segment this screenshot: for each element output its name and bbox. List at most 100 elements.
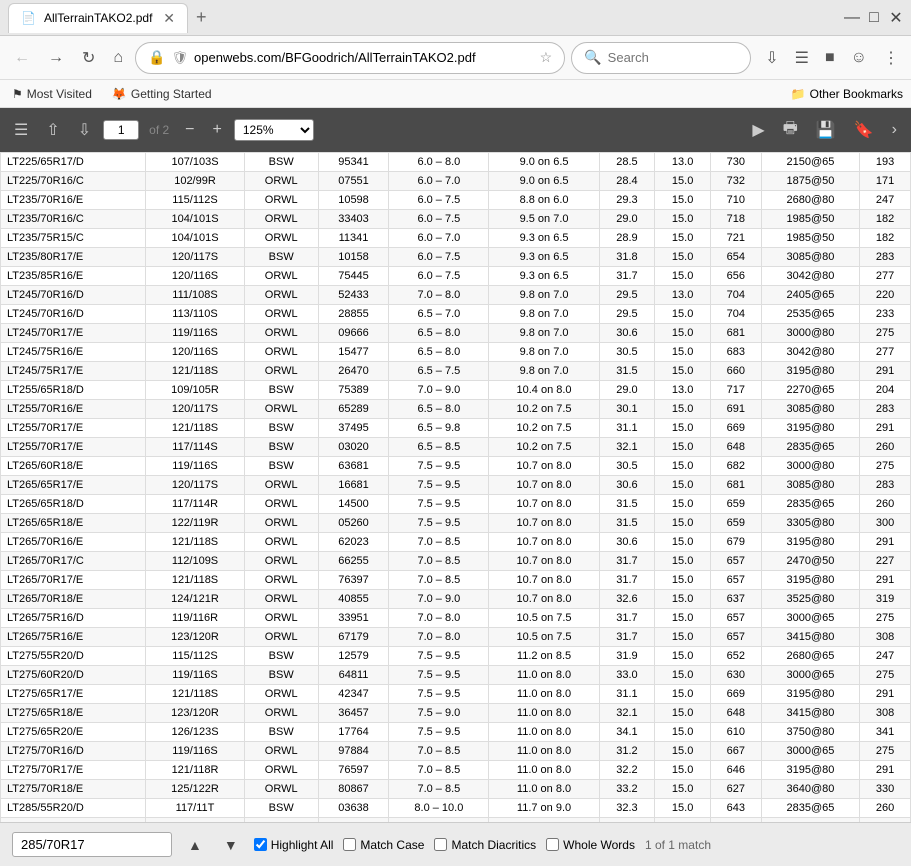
find-prev-button[interactable]: ▲ [182, 835, 208, 855]
table-row: LT245/70R17/E119/116SORWL096666.5 – 8.09… [1, 324, 911, 343]
extensions-icon[interactable]: ■ [821, 45, 839, 71]
bookmark-star-icon[interactable]: ☆ [540, 49, 553, 66]
table-row: LT265/65R17/E120/117SORWL166817.5 – 9.51… [1, 476, 911, 495]
zoom-out-button[interactable]: − [179, 117, 200, 143]
shield-icon: 🛡 [172, 50, 189, 66]
page-number-input[interactable] [103, 120, 139, 140]
table-row: LT245/75R16/E120/116SORWL154776.5 – 8.09… [1, 343, 911, 362]
table-row: LT245/70R16/D111/108SORWL524337.0 – 8.09… [1, 286, 911, 305]
find-input[interactable] [12, 832, 172, 857]
toolbar-icons: ⇩ ☰ ■ ☺ ⋮ [761, 44, 903, 72]
pdf-content[interactable]: LT225/65R17/D107/103SBSW953416.0 – 8.09.… [0, 152, 911, 822]
whole-words-checkbox[interactable] [546, 838, 559, 851]
whole-words-label: Whole Words [563, 838, 635, 852]
zoom-select[interactable]: 125% 50% 75% 100% 150% 175% 200% [234, 119, 314, 141]
zoom-in-button[interactable]: + [207, 117, 228, 143]
url-input[interactable] [194, 50, 534, 65]
other-bookmarks[interactable]: 📁 Other Bookmarks [791, 87, 903, 101]
save-button[interactable]: 💾 [810, 116, 842, 144]
menu-icon[interactable]: ⋮ [879, 44, 903, 72]
match-case-option[interactable]: Match Case [343, 838, 424, 852]
table-row: LT275/60R20/D119/116SBSW648117.5 – 9.511… [1, 666, 911, 685]
home-button[interactable]: ⌂ [107, 45, 129, 71]
table-row: LT265/65R18/D117/114RORWL145007.5 – 9.51… [1, 495, 911, 514]
more-options-button[interactable]: › [886, 117, 903, 143]
table-row: LT235/85R16/E120/116SORWL754456.0 – 7.59… [1, 267, 911, 286]
back-button[interactable]: ← [8, 45, 36, 71]
address-bar[interactable]: 🔒 🛡 ☆ [135, 42, 565, 74]
tab-icon: 📄 [21, 11, 36, 25]
table-row: LT275/55R20/D115/112SBSW125797.5 – 9.511… [1, 647, 911, 666]
table-row: LT235/70R16/E115/112SORWL105986.0 – 7.58… [1, 191, 911, 210]
scroll-up-button[interactable]: ⇧ [40, 116, 65, 144]
match-case-checkbox[interactable] [343, 838, 356, 851]
profile-icon[interactable]: ☺ [847, 45, 871, 71]
pdf-right-buttons: ▶ 🖶 💾 🔖 › [746, 113, 903, 148]
print-button[interactable]: 🖶 [777, 113, 804, 148]
highlight-all-option[interactable]: Highlight All [254, 838, 334, 852]
table-row: LT265/70R17/E121/118SORWL763977.0 – 8.51… [1, 571, 911, 590]
bookmarks-bar: ⚑ Most Visited 🦊 Getting Started 📁 Other… [0, 80, 911, 108]
table-row: LT275/70R18/E125/122RORWL808677.0 – 8.51… [1, 780, 911, 799]
new-tab-button[interactable]: + [188, 7, 215, 28]
find-next-button[interactable]: ▼ [218, 835, 244, 855]
match-diacritics-option[interactable]: Match Diacritics [434, 838, 536, 852]
bookmark-button[interactable]: 🔖 [848, 116, 880, 144]
table-row: LT265/70R18/E124/121RORWL408557.0 – 9.01… [1, 590, 911, 609]
table-row: LT225/70R16/C102/99RORWL075516.0 – 7.09.… [1, 172, 911, 191]
minimize-button[interactable]: — [845, 11, 859, 25]
table-row: LT275/65R17/E121/118SORWL423477.5 – 9.51… [1, 685, 911, 704]
table-row: LT265/75R16/D119/116RORWL339517.0 – 8.01… [1, 609, 911, 628]
downloads-icon[interactable]: ⇩ [761, 44, 782, 72]
table-row: LT275/65R20/E126/123SBSW177647.5 – 9.511… [1, 723, 911, 742]
most-visited-icon: ⚑ [12, 87, 23, 101]
sidebar-toggle-button[interactable]: ☰ [8, 116, 34, 144]
other-bookmarks-label: Other Bookmarks [810, 87, 903, 101]
table-row: LT255/70R16/E120/117SORWL652896.5 – 8.01… [1, 400, 911, 419]
bookmark-label: Getting Started [131, 87, 212, 101]
tab-title: AllTerrainTAKO2.pdf [44, 11, 153, 25]
table-row: LT245/70R16/D113/110SORWL288556.5 – 7.09… [1, 305, 911, 324]
table-row: LT275/70R17/E121/118RORWL765977.0 – 8.51… [1, 761, 911, 780]
table-row: LT235/75R15/C104/101SORWL113416.0 – 7.09… [1, 229, 911, 248]
nav-bar: ← → ↻ ⌂ 🔒 🛡 ☆ 🔍 ⇩ ☰ ■ ☺ ⋮ [0, 36, 911, 80]
window-controls: — □ ✕ [845, 11, 903, 25]
match-diacritics-checkbox[interactable] [434, 838, 447, 851]
match-case-label: Match Case [360, 838, 424, 852]
match-count: 1 of 1 match [645, 838, 711, 852]
search-input[interactable] [608, 50, 728, 65]
title-bar: 📄 AllTerrainTAKO2.pdf ✕ + — □ ✕ [0, 0, 911, 36]
search-icon: 🔍 [584, 49, 601, 66]
table-row: LT235/80R17/E120/117SBSW101586.0 – 7.59.… [1, 248, 911, 267]
whole-words-option[interactable]: Whole Words [546, 838, 635, 852]
firefox-icon: 🦊 [112, 87, 127, 101]
table-row: LT265/70R17/C112/109SORWL662557.0 – 8.51… [1, 552, 911, 571]
refresh-button[interactable]: ↻ [76, 44, 101, 72]
tab-close-button[interactable]: ✕ [163, 10, 175, 27]
maximize-button[interactable]: □ [867, 11, 881, 25]
close-button[interactable]: ✕ [889, 11, 903, 25]
tire-data-table: LT225/65R17/D107/103SBSW953416.0 – 8.09.… [0, 152, 911, 822]
highlight-all-label: Highlight All [271, 838, 334, 852]
history-icon[interactable]: ☰ [791, 44, 813, 72]
presentation-mode-button[interactable]: ▶ [746, 116, 770, 144]
highlight-all-checkbox[interactable] [254, 838, 267, 851]
table-row: LT265/70R16/E121/118SORWL620237.0 – 8.51… [1, 533, 911, 552]
table-row: LT255/70R17/E117/114SBSW030206.5 – 8.510… [1, 438, 911, 457]
match-diacritics-label: Match Diacritics [451, 838, 536, 852]
folder-icon: 📁 [791, 87, 806, 101]
pdf-toolbar: ☰ ⇧ ⇩ of 2 − + 125% 50% 75% 100% 150% 17… [0, 108, 911, 152]
bookmark-most-visited[interactable]: ⚑ Most Visited [8, 85, 96, 103]
table-row: LT275/65R18/E123/120RORWL364577.5 – 9.01… [1, 704, 911, 723]
search-box[interactable]: 🔍 [571, 42, 751, 74]
table-row: LT235/70R16/C104/101SORWL334036.0 – 7.59… [1, 210, 911, 229]
table-row: LT265/65R18/E122/119RORWL052607.5 – 9.51… [1, 514, 911, 533]
page-separator: of 2 [145, 123, 173, 137]
forward-button[interactable]: → [42, 45, 70, 71]
table-row: LT285/55R20/D117/11TBSW036388.0 – 10.011… [1, 799, 911, 818]
bookmark-getting-started[interactable]: 🦊 Getting Started [108, 85, 216, 103]
browser-tab[interactable]: 📄 AllTerrainTAKO2.pdf ✕ [8, 3, 188, 33]
find-bar: ▲ ▼ Highlight All Match Case Match Diacr… [0, 822, 911, 866]
lock-icon: 🔒 [148, 49, 165, 66]
scroll-down-button[interactable]: ⇩ [72, 116, 97, 144]
